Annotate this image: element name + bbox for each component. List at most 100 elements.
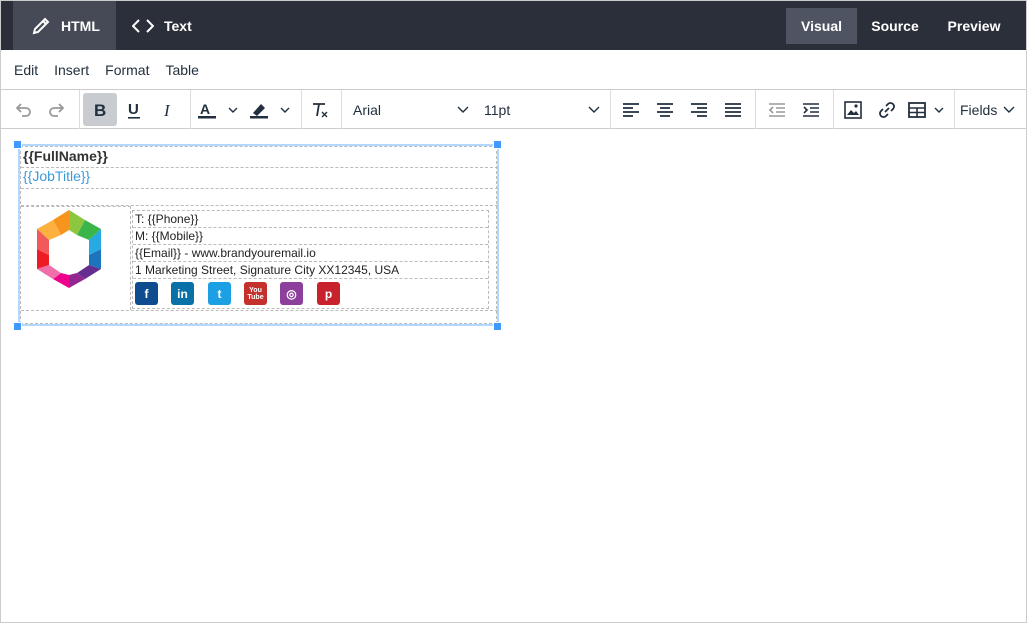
text-color-button[interactable]: A [193,93,245,126]
tab-html[interactable]: HTML [13,1,116,50]
jobtitle-field[interactable]: {{JobTitle}} [23,168,90,184]
signature-table-border: {{FullName}} {{JobTitle}} T: {{Phone}} M… [20,146,498,324]
svg-text:I: I [163,101,171,120]
resize-handle-sw[interactable] [13,322,22,331]
tab-source[interactable]: Source [857,8,933,44]
indent-button[interactable] [794,93,828,126]
tab-text[interactable]: Text [132,1,192,50]
font-size-value: 11pt [484,101,511,118]
chevron-down-icon [457,106,469,113]
pinterest-icon[interactable]: p [317,282,340,305]
align-right-icon [691,102,707,117]
image-icon [844,100,862,119]
menu-table[interactable]: Table [165,62,198,78]
toolbar-separator [755,90,756,129]
youtube-icon[interactable]: You Tube [244,282,267,305]
chevron-down-icon [588,106,600,113]
resize-handle-nw[interactable] [13,140,22,149]
twitter-icon[interactable]: t [208,282,231,305]
align-justify-button[interactable] [716,93,750,126]
toolbar-separator [341,90,342,129]
editor-content[interactable]: {{FullName}} {{JobTitle}} T: {{Phone}} M… [1,129,1026,622]
align-left-button[interactable] [614,93,648,126]
fields-dropdown[interactable]: Fields [960,93,1022,126]
svg-text:B: B [94,101,106,120]
pencil-icon [32,17,50,34]
outdent-icon [768,102,785,117]
insert-link-button[interactable] [870,93,904,126]
tab-preview[interactable]: Preview [933,8,1015,44]
toolbar-separator [79,90,80,129]
italic-button[interactable]: I [151,93,185,126]
brand-logo [37,210,101,288]
align-center-button[interactable] [648,93,682,126]
table-icon [908,101,944,118]
tab-text-label: Text [164,17,192,34]
youtube-glyph: You Tube [247,286,264,301]
italic-icon: I [163,101,171,120]
font-family-value: Arial [353,101,382,118]
tab-visual[interactable]: Visual [786,8,857,44]
table-button[interactable] [904,93,952,126]
underline-icon: U [128,101,140,119]
bold-button[interactable]: B [83,93,117,126]
phone-field[interactable]: T: {{Phone}} [133,211,488,228]
align-left-icon [623,102,639,117]
svg-text:U: U [128,101,139,118]
linkedin-glyph: in [177,286,188,301]
address-field[interactable]: 1 Marketing Street, Signature City XX123… [133,262,488,279]
align-center-icon [657,102,673,117]
row-divider [21,167,498,168]
row-divider [21,310,498,311]
font-size-select[interactable]: 11pt [484,93,602,126]
linkedin-icon[interactable]: in [171,282,194,305]
align-right-button[interactable] [682,93,716,126]
social-icons-row: f in t You Tube ◎ p [135,282,475,306]
pinterest-glyph: p [324,286,333,301]
insert-image-button[interactable] [836,93,870,126]
outdent-button[interactable] [760,93,794,126]
clear-format-button[interactable] [303,93,337,126]
logo-cell[interactable] [21,206,131,310]
toolbar-separator [610,90,611,129]
toolbar-separator [301,90,302,129]
clear-formatting-icon [313,102,328,117]
facebook-icon[interactable]: f [135,282,158,305]
highlight-color-button[interactable] [245,93,297,126]
menu-format[interactable]: Format [105,62,149,78]
twitter-glyph: t [217,286,222,301]
redo-icon [49,102,65,117]
menu-edit[interactable]: Edit [14,62,38,78]
instagram-icon[interactable]: ◎ [280,282,303,305]
facebook-glyph: f [144,286,149,301]
highlight-icon [250,103,290,118]
undo-icon [15,102,31,117]
fullname-field[interactable]: {{FullName}} [23,148,108,164]
resize-handle-se[interactable] [493,322,502,331]
link-icon [879,101,895,118]
indent-icon [803,102,819,117]
email-web-field[interactable]: {{Email}} - www.brandyouremail.io [133,245,488,262]
toolbar-separator [954,90,955,129]
contact-info-table: T: {{Phone}} M: {{Mobile}} {{Email}} - w… [132,210,489,309]
undo-button[interactable] [6,93,40,126]
signature-table[interactable]: {{FullName}} {{JobTitle}} T: {{Phone}} M… [18,144,499,326]
underline-button[interactable]: U [117,93,151,126]
toolbar-separator [190,90,191,129]
top-bar: HTML Text Visual Source Preview [1,1,1026,50]
tab-html-label: HTML [61,17,100,34]
resize-handle-ne[interactable] [493,140,502,149]
fields-label: Fields [960,101,998,118]
toolbar: B U I A Arial 11pt Fields [1,90,1026,129]
redo-button[interactable] [40,93,74,126]
menu-bar: Edit Insert Format Table [1,50,1026,90]
mobile-field[interactable]: M: {{Mobile}} [133,228,488,245]
row-divider [21,188,498,189]
text-color-icon: A [198,101,238,118]
instagram-glyph: ◎ [286,286,297,301]
font-family-select[interactable]: Arial [353,93,471,126]
menu-insert[interactable]: Insert [54,62,89,78]
svg-text:A: A [200,101,210,117]
toolbar-separator [833,90,834,129]
bold-icon: B [94,101,106,120]
